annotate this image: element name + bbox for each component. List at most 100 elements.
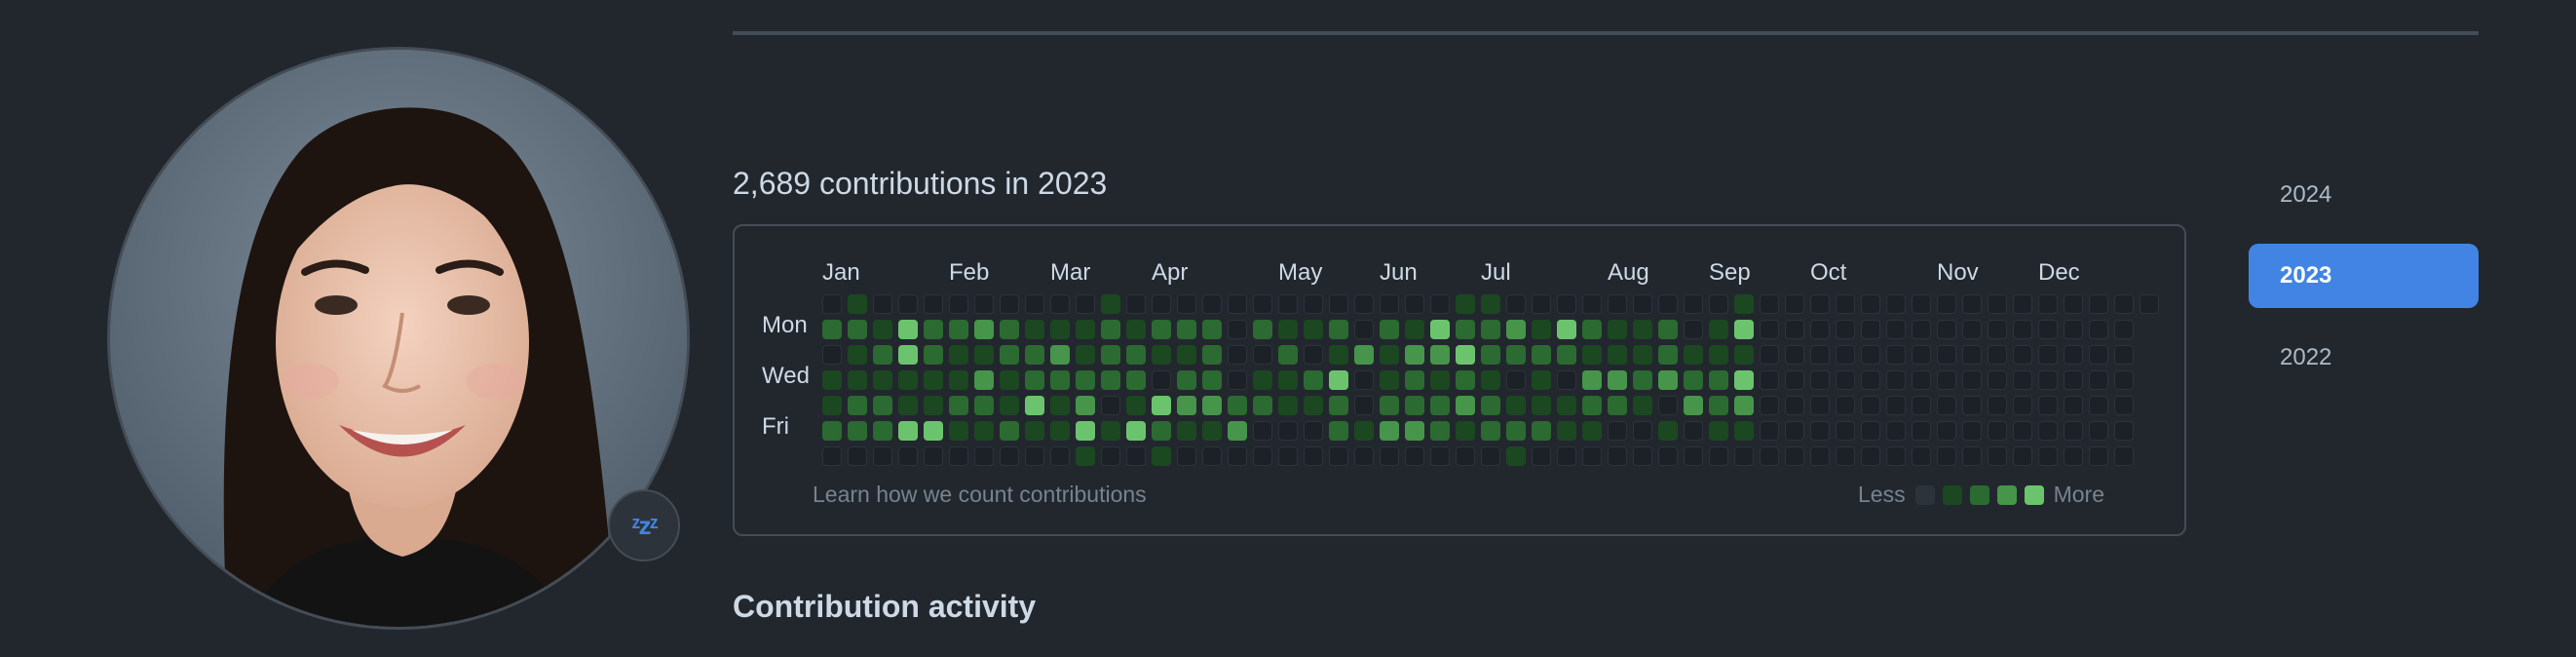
contribution-day-cell[interactable] <box>1329 370 1348 390</box>
contribution-day-cell[interactable] <box>898 370 918 390</box>
contribution-day-cell[interactable] <box>1760 345 1779 365</box>
contribution-day-cell[interactable] <box>2013 370 2032 390</box>
contribution-day-cell[interactable] <box>1152 345 1171 365</box>
contribution-day-cell[interactable] <box>1658 370 1678 390</box>
contribution-day-cell[interactable] <box>1304 396 1323 415</box>
learn-how-we-count-link[interactable]: Learn how we count contributions <box>813 482 1147 508</box>
contribution-day-cell[interactable] <box>1506 446 1526 466</box>
contribution-day-cell[interactable] <box>949 370 968 390</box>
contribution-day-cell[interactable] <box>1025 421 1044 441</box>
contribution-day-cell[interactable] <box>873 320 892 339</box>
contribution-day-cell[interactable] <box>1836 345 1855 365</box>
contribution-day-cell[interactable] <box>1810 320 1830 339</box>
contribution-day-cell[interactable] <box>1025 294 1044 314</box>
contribution-day-cell[interactable] <box>1608 370 1627 390</box>
contribution-day-cell[interactable] <box>1430 421 1450 441</box>
contribution-day-cell[interactable] <box>1633 345 1652 365</box>
contribution-day-cell[interactable] <box>1405 446 1424 466</box>
contribution-day-cell[interactable] <box>1962 345 1982 365</box>
contribution-day-cell[interactable] <box>1152 396 1171 415</box>
year-2022-link[interactable]: 2022 <box>2249 326 2479 390</box>
contribution-day-cell[interactable] <box>1228 370 1247 390</box>
contribution-day-cell[interactable] <box>1050 446 1070 466</box>
contribution-day-cell[interactable] <box>1481 294 1500 314</box>
contribution-day-cell[interactable] <box>1076 421 1095 441</box>
contribution-day-cell[interactable] <box>1912 370 1931 390</box>
contribution-day-cell[interactable] <box>1405 396 1424 415</box>
contribution-day-cell[interactable] <box>1785 320 1804 339</box>
contribution-day-cell[interactable] <box>2114 345 2134 365</box>
contribution-day-cell[interactable] <box>924 345 943 365</box>
contribution-day-cell[interactable] <box>1785 370 1804 390</box>
contribution-day-cell[interactable] <box>1050 320 1070 339</box>
contribution-day-cell[interactable] <box>1354 294 1374 314</box>
contribution-day-cell[interactable] <box>1076 446 1095 466</box>
contribution-day-cell[interactable] <box>1658 320 1678 339</box>
contribution-day-cell[interactable] <box>1506 345 1526 365</box>
contribution-day-cell[interactable] <box>1329 421 1348 441</box>
contribution-day-cell[interactable] <box>2064 446 2083 466</box>
contribution-day-cell[interactable] <box>1304 370 1323 390</box>
contribution-day-cell[interactable] <box>1912 446 1931 466</box>
contribution-day-cell[interactable] <box>1329 345 1348 365</box>
contribution-day-cell[interactable] <box>1810 345 1830 365</box>
contribution-day-cell[interactable] <box>974 345 994 365</box>
contribution-day-cell[interactable] <box>1861 446 1880 466</box>
contribution-day-cell[interactable] <box>2140 294 2159 314</box>
contribution-day-cell[interactable] <box>1608 345 1627 365</box>
contribution-day-cell[interactable] <box>1177 320 1196 339</box>
contribution-day-cell[interactable] <box>822 320 842 339</box>
contribution-day-cell[interactable] <box>1886 421 1906 441</box>
contribution-day-cell[interactable] <box>1836 370 1855 390</box>
contribution-day-cell[interactable] <box>1937 294 1956 314</box>
contribution-day-cell[interactable] <box>1557 396 1576 415</box>
contribution-day-cell[interactable] <box>848 294 867 314</box>
contribution-day-cell[interactable] <box>1608 396 1627 415</box>
contribution-day-cell[interactable] <box>1025 370 1044 390</box>
contribution-day-cell[interactable] <box>1988 294 2007 314</box>
contribution-day-cell[interactable] <box>1152 421 1171 441</box>
contribution-day-cell[interactable] <box>974 370 994 390</box>
contribution-day-cell[interactable] <box>1000 320 1019 339</box>
contribution-day-cell[interactable] <box>1228 320 1247 339</box>
contribution-day-cell[interactable] <box>1126 294 1146 314</box>
contribution-day-cell[interactable] <box>1000 294 1019 314</box>
contribution-day-cell[interactable] <box>1278 320 1298 339</box>
contribution-day-cell[interactable] <box>1050 294 1070 314</box>
contribution-day-cell[interactable] <box>1760 294 1779 314</box>
contribution-day-cell[interactable] <box>2013 294 2032 314</box>
contribution-day-cell[interactable] <box>1329 294 1348 314</box>
contribution-day-cell[interactable] <box>1278 345 1298 365</box>
contribution-day-cell[interactable] <box>2038 294 2058 314</box>
contribution-day-cell[interactable] <box>1962 421 1982 441</box>
contribution-day-cell[interactable] <box>1101 370 1120 390</box>
contribution-day-cell[interactable] <box>822 370 842 390</box>
contribution-day-cell[interactable] <box>1000 421 1019 441</box>
contribution-day-cell[interactable] <box>1810 396 1830 415</box>
contribution-day-cell[interactable] <box>1430 446 1450 466</box>
contribution-day-cell[interactable] <box>873 370 892 390</box>
contribution-day-cell[interactable] <box>2114 421 2134 441</box>
contribution-day-cell[interactable] <box>1582 446 1602 466</box>
contribution-day-cell[interactable] <box>1152 294 1171 314</box>
contribution-day-cell[interactable] <box>1380 320 1399 339</box>
contribution-day-cell[interactable] <box>1886 446 1906 466</box>
contribution-day-cell[interactable] <box>1126 446 1146 466</box>
contribution-day-cell[interactable] <box>1962 370 1982 390</box>
contribution-day-cell[interactable] <box>1658 396 1678 415</box>
contribution-day-cell[interactable] <box>2064 370 2083 390</box>
contribution-day-cell[interactable] <box>1836 320 1855 339</box>
contribution-day-cell[interactable] <box>1734 421 1754 441</box>
contribution-day-cell[interactable] <box>1734 370 1754 390</box>
contribution-day-cell[interactable] <box>1684 320 1703 339</box>
contribution-day-cell[interactable] <box>1557 446 1576 466</box>
contribution-day-cell[interactable] <box>1582 320 1602 339</box>
contribution-day-cell[interactable] <box>1000 370 1019 390</box>
contribution-day-cell[interactable] <box>1557 345 1576 365</box>
contribution-day-cell[interactable] <box>1886 320 1906 339</box>
contribution-day-cell[interactable] <box>1937 396 1956 415</box>
contribution-day-cell[interactable] <box>1557 421 1576 441</box>
contribution-day-cell[interactable] <box>2089 446 2108 466</box>
contribution-day-cell[interactable] <box>1785 446 1804 466</box>
contribution-day-cell[interactable] <box>1202 446 1222 466</box>
